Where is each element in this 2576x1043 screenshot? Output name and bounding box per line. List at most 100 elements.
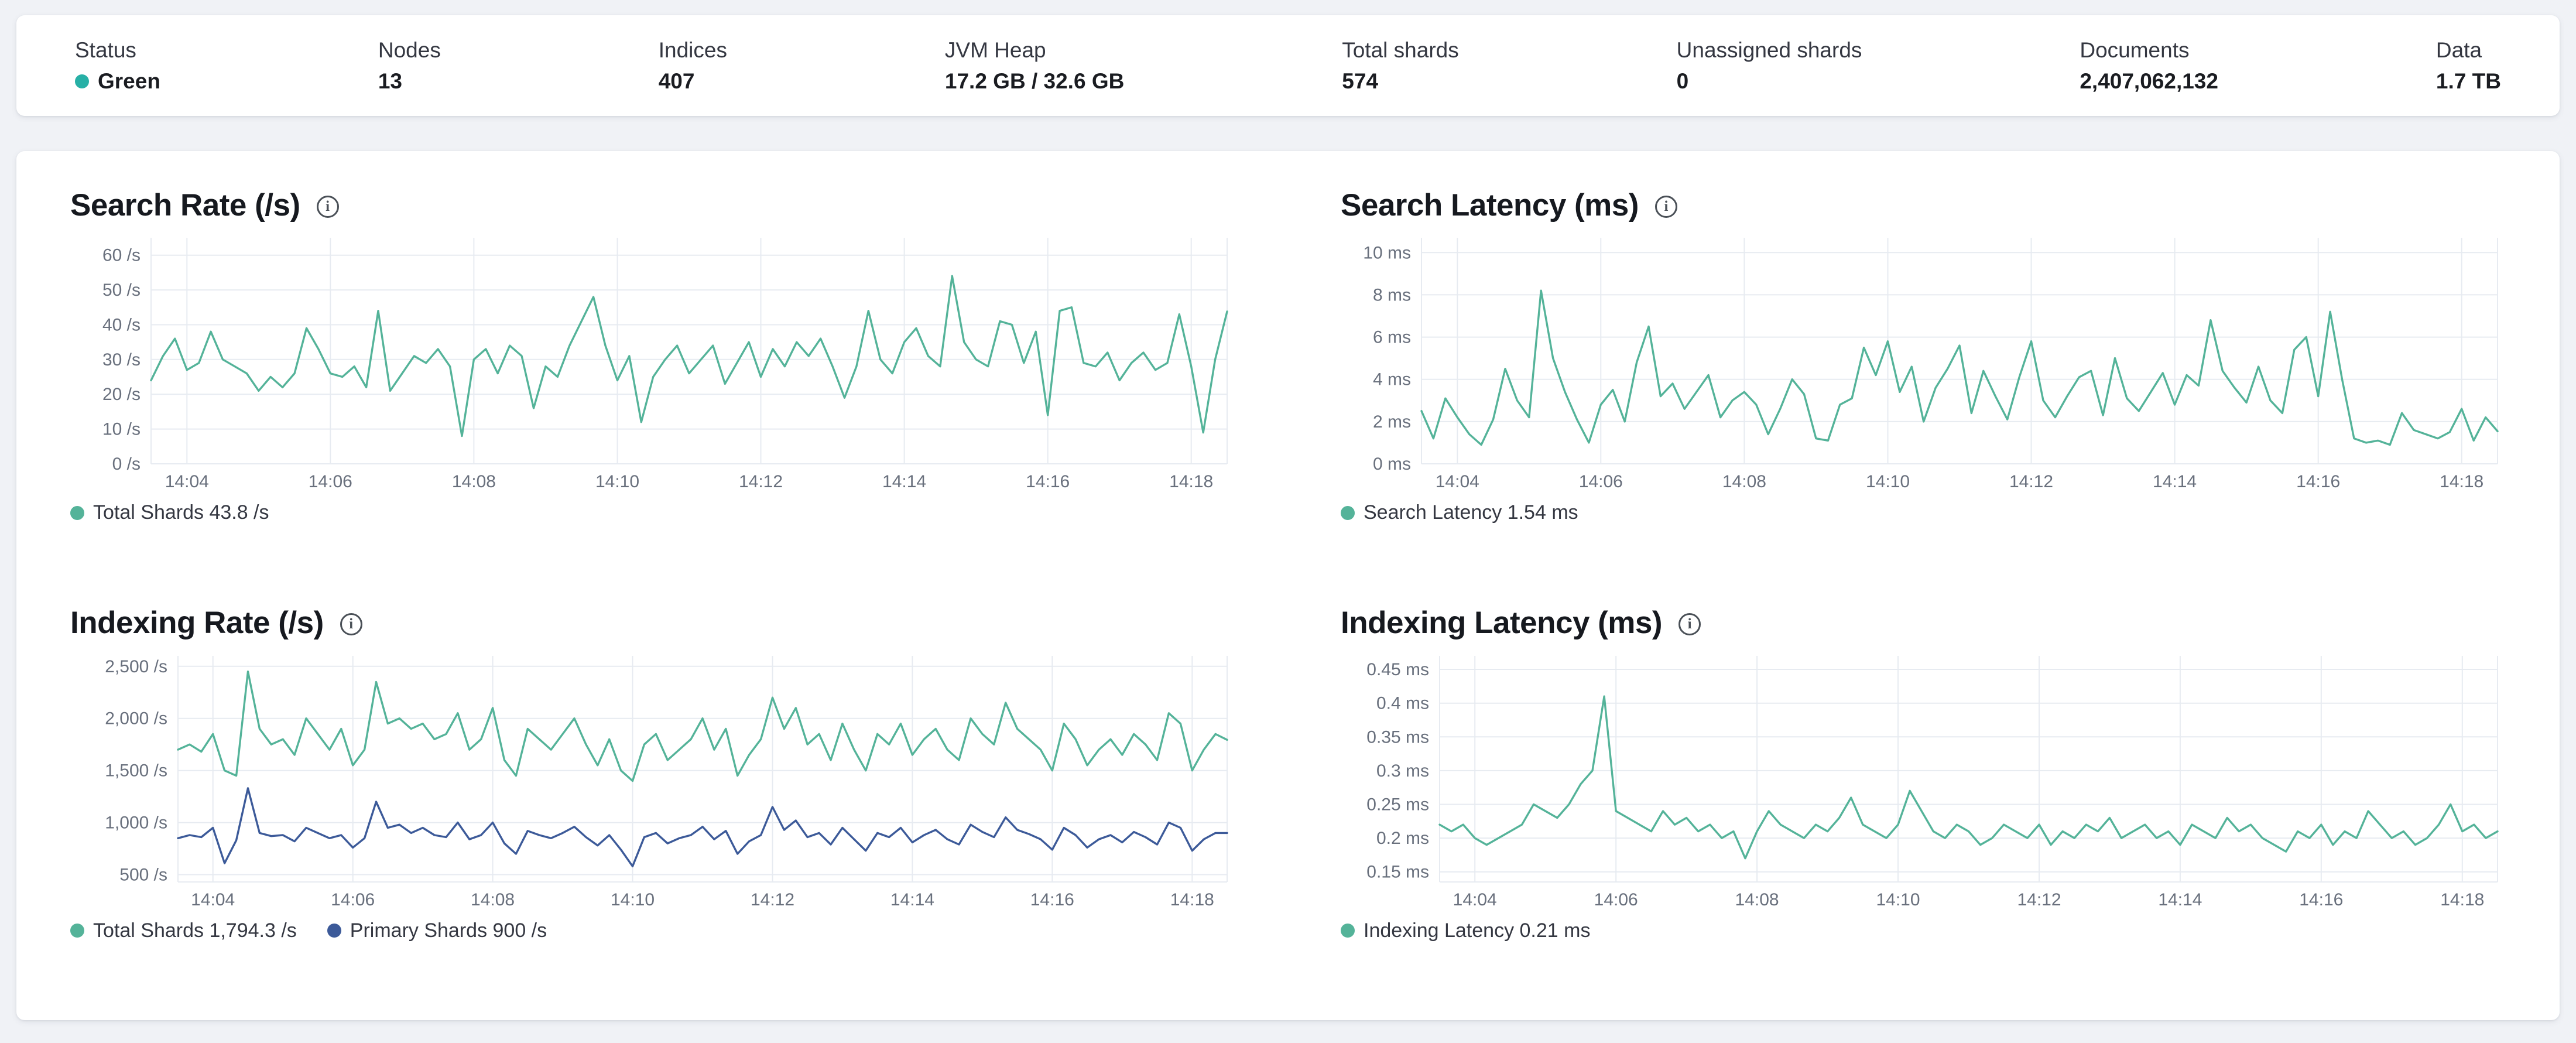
svg-text:14:12: 14:12 [751, 890, 794, 909]
status-text: Green [98, 69, 160, 93]
svg-text:14:14: 14:14 [882, 472, 926, 491]
chart-indexing-rate: Indexing Rate (/s) i 500 /s 1,000 /s 1,500… [70, 606, 1235, 942]
svg-text:14:08: 14:08 [1735, 890, 1779, 909]
legend-item: Total Shards 1,794.3 /s [70, 919, 297, 942]
info-icon[interactable]: i [1678, 613, 1701, 636]
svg-text:14:16: 14:16 [2296, 472, 2340, 491]
stat-jvm-heap: JVM Heap 17.2 GB / 32.6 GB [945, 39, 1124, 92]
chart-header: Search Rate (/s) i [70, 188, 1235, 223]
info-icon[interactable]: i [340, 613, 362, 636]
stat-label: Total shards [1342, 38, 1459, 62]
svg-text:6 ms: 6 ms [1373, 328, 1411, 347]
svg-text:0 /s: 0 /s [112, 454, 141, 474]
svg-text:60 /s: 60 /s [102, 246, 141, 265]
search-rate-plot[interactable]: 0 /s 10 /s 20 /s 30 /s 40 /s 50 /s 60 /s 14:04 1… [70, 238, 1235, 492]
svg-text:14:14: 14:14 [2153, 472, 2197, 491]
svg-text:14:18: 14:18 [2440, 472, 2483, 491]
stat-nodes: Nodes 13 [378, 39, 441, 92]
legend-dot-icon [1341, 505, 1355, 520]
stat-value: 1.7 TB [2435, 69, 2501, 93]
stat-value: 574 [1342, 69, 1378, 93]
legend-label: Indexing Latency 0.21 ms [1364, 919, 1591, 942]
stat-value: 13 [378, 69, 403, 93]
svg-text:14:12: 14:12 [739, 472, 783, 491]
stat-documents: Documents 2,407,062,132 [2080, 39, 2218, 92]
stat-indices: Indices 407 [659, 39, 727, 92]
svg-text:500 /s: 500 /s [119, 865, 167, 884]
svg-text:14:04: 14:04 [1453, 890, 1497, 909]
svg-text:0.45 ms: 0.45 ms [1366, 660, 1429, 679]
legend-item: Indexing Latency 0.21 ms [1341, 919, 1590, 942]
status-value: Green [75, 70, 160, 92]
legend-item: Total Shards 43.8 /s [70, 501, 269, 524]
stat-data-size: Data 1.7 TB [2436, 39, 2501, 92]
svg-text:0.25 ms: 0.25 ms [1366, 795, 1429, 814]
indexing-rate-plot[interactable]: 500 /s 1,000 /s 1,500 /s 2,000 /s 2,500 /s 14… [70, 655, 1235, 910]
chart-header: Search Latency (ms) i [1341, 188, 2506, 223]
stat-label: Documents [2080, 38, 2190, 62]
svg-text:14:06: 14:06 [1594, 890, 1638, 909]
svg-text:50 /s: 50 /s [102, 281, 141, 300]
stat-unassigned-shards: Unassigned shards 0 [1677, 39, 1862, 92]
charts-grid: Search Rate (/s) i 0 /s 10 /s 20 /s 30 /s 40… [70, 188, 2506, 942]
svg-text:14:18: 14:18 [1169, 472, 1213, 491]
svg-text:8 ms: 8 ms [1373, 286, 1411, 305]
svg-text:14:10: 14:10 [595, 472, 639, 491]
chart-indexing-latency: Indexing Latency (ms) i 0.15 ms 0.2 ms 0.2… [1341, 606, 2506, 942]
legend-item: Search Latency 1.54 ms [1341, 501, 1578, 524]
indexing-latency-plot[interactable]: 0.15 ms 0.2 ms 0.25 ms 0.3 ms 0.35 ms 0.4 ms 0… [1341, 655, 2506, 910]
svg-text:30 /s: 30 /s [102, 350, 141, 370]
svg-text:14:16: 14:16 [1030, 890, 1074, 909]
svg-text:14:10: 14:10 [1876, 890, 1920, 909]
legend-label: Search Latency 1.54 ms [1364, 501, 1578, 524]
stat-label: Nodes [378, 38, 441, 62]
chart-title: Search Latency (ms) [1341, 188, 1639, 223]
stat-value: 2,407,062,132 [2080, 69, 2218, 93]
svg-text:0.35 ms: 0.35 ms [1366, 727, 1429, 747]
svg-text:14:08: 14:08 [452, 472, 496, 491]
svg-text:2 ms: 2 ms [1373, 412, 1411, 432]
legend-dot-icon [1341, 924, 1355, 938]
svg-text:0.15 ms: 0.15 ms [1366, 862, 1429, 881]
svg-text:14:18: 14:18 [2440, 890, 2484, 909]
svg-text:40 /s: 40 /s [102, 316, 141, 335]
legend-dot-icon [70, 505, 84, 520]
svg-text:14:04: 14:04 [165, 472, 209, 491]
svg-text:14:16: 14:16 [1026, 472, 1070, 491]
svg-text:2,500 /s: 2,500 /s [105, 656, 167, 676]
svg-text:2,000 /s: 2,000 /s [105, 709, 167, 728]
info-icon[interactable]: i [1654, 196, 1677, 218]
svg-text:14:04: 14:04 [191, 890, 235, 909]
cluster-stats-bar: Status Green Nodes 13 Indices 407 JVM He… [16, 15, 2560, 116]
svg-text:20 /s: 20 /s [102, 385, 141, 404]
svg-text:0.3 ms: 0.3 ms [1376, 761, 1429, 780]
svg-text:0 ms: 0 ms [1373, 454, 1411, 474]
stat-label: Unassigned shards [1676, 38, 1862, 62]
svg-text:0.4 ms: 0.4 ms [1376, 693, 1429, 713]
chart-legend: Total Shards 43.8 /s [70, 501, 1235, 524]
svg-text:14:06: 14:06 [309, 472, 352, 491]
chart-search-rate: Search Rate (/s) i 0 /s 10 /s 20 /s 30 /s 40… [70, 188, 1235, 524]
search-latency-plot[interactable]: 0 ms 2 ms 4 ms 6 ms 8 ms 10 ms 14:04 14:06 14:08… [1341, 238, 2506, 492]
svg-text:14:04: 14:04 [1436, 472, 1479, 491]
stat-label: Status [75, 38, 136, 62]
stat-total-shards: Total shards 574 [1342, 39, 1459, 92]
svg-text:14:12: 14:12 [2009, 472, 2053, 491]
chart-title: Indexing Rate (/s) [70, 606, 324, 641]
stat-label: Indices [658, 38, 727, 62]
info-icon[interactable]: i [316, 196, 339, 218]
stat-label: JVM Heap [944, 38, 1046, 62]
svg-text:14:08: 14:08 [1722, 472, 1766, 491]
svg-text:14:10: 14:10 [1866, 472, 1910, 491]
svg-text:1,500 /s: 1,500 /s [105, 761, 167, 780]
svg-text:14:08: 14:08 [471, 890, 515, 909]
svg-text:14:14: 14:14 [890, 890, 934, 909]
legend-label: Total Shards 1,794.3 /s [93, 919, 297, 942]
stat-status: Status Green [75, 39, 160, 92]
chart-legend: Total Shards 1,794.3 /s Primary Shards 9… [70, 919, 1235, 942]
chart-legend: Search Latency 1.54 ms [1341, 501, 2506, 524]
legend-item: Primary Shards 900 /s [327, 919, 547, 942]
chart-title: Indexing Latency (ms) [1341, 606, 1663, 641]
legend-dot-icon [327, 924, 341, 938]
svg-text:14:06: 14:06 [1579, 472, 1623, 491]
